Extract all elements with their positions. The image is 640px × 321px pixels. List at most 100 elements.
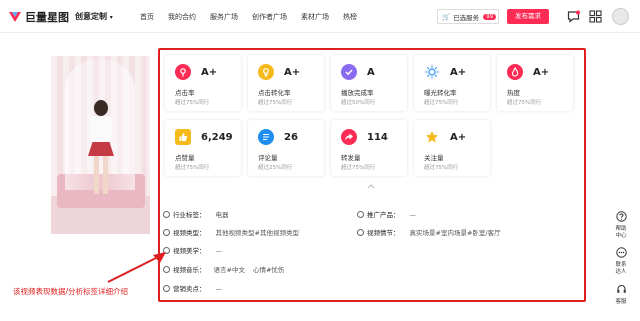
plot-row: 视频情节： 真实场景#室内场景#卧室/客厅 [357,227,501,237]
service-icon [616,284,626,293]
metric-label: 点赞量 [175,154,195,162]
metric-value: A+ [533,67,550,78]
cart-icon: 🛒 [442,12,451,21]
annotation-text: 该视频表现数据/分析标签详细介绍 [13,287,129,296]
metric-label: 转发量 [341,154,361,162]
product-switcher-label: 创意定制 [75,12,107,21]
comment-icon [258,129,274,145]
nav-item-materials[interactable]: 素材广场 [301,12,329,22]
metric-label: 热度 [507,89,520,97]
promo-row: 推广产品： — [357,209,416,219]
logo-mark-icon [9,12,21,22]
metric-value: 26 [284,132,298,143]
metric-card-comments: 26 评论量 超过25%同行 [248,120,324,176]
music-label: 视频音乐： [173,266,206,274]
message-icon[interactable] [567,10,580,23]
metric-card-click-rate: A+ 点击率 超过75%同行 [165,55,241,111]
video-type-row: 视频类型： 其他视频类型#其他视频类型 [163,227,299,237]
metric-label: 曝光转化率 [424,89,457,97]
metric-value: 114 [367,132,388,143]
video-type-label: 视频类型： [173,229,206,237]
metric-value: A+ [284,67,301,78]
industry-label: 行业标签： [173,211,206,219]
exposure-icon [424,64,440,80]
nav-item-services[interactable]: 服务广场 [210,12,238,22]
music-tag: 心情#忧伤 [252,266,285,274]
contact-creator-button[interactable]: 联系 达人 [608,243,634,276]
video-type-value: 其他视频类型#其他视频类型 [215,229,299,237]
aesthetic-value: — [215,247,223,255]
annotation-arrow-icon [107,252,166,283]
music-row: 视频音乐： 语言#中文 心情#忧伤 [163,264,284,274]
video-thumbnail[interactable] [51,56,150,234]
help-label-2: 中心 [615,233,627,239]
promo-label: 推广产品： [367,211,400,219]
user-avatar[interactable] [612,8,629,25]
tag-icon [357,211,364,218]
metric-sub: 超过75%同行 [424,165,459,171]
metric-label: 评论量 [258,154,278,162]
selling-row: 营销卖点： — [163,283,222,293]
music-tag: 语言#中文 [213,266,245,274]
metric-card-shares: 114 转发量 超过75%同行 [331,120,407,176]
metric-card-follows: A+ 关注量 超过75%同行 [414,120,490,176]
contact-icon [615,247,627,258]
metric-card-click-conversion: A+ 点击转化率 超过75%同行 [248,55,324,111]
customer-service-button[interactable]: 客服 [608,280,634,306]
plot-value: 真实场景#室内场景#卧室/客厅 [409,229,501,237]
metric-card-likes: 6,249 点赞量 超过75%同行 [165,120,241,176]
metric-sub: 超过50%同行 [341,100,376,106]
help-label-1: 帮助 [615,226,627,232]
nav-item-creators[interactable]: 创作者广场 [252,12,287,22]
like-icon [175,129,191,145]
chevron-down-icon: ▾ [109,14,113,21]
metric-sub: 超过75%同行 [341,165,376,171]
completion-icon [341,64,357,80]
help-center-button[interactable]: 帮助 中心 [608,207,634,240]
contact-label-1: 联系 [615,262,627,268]
metric-sub: 超过25%同行 [258,165,293,171]
metric-value: A+ [201,67,218,78]
metric-card-completion-rate: A 播放完成率 超过50%同行 [331,55,407,111]
plot-label: 视频情节： [367,229,400,237]
metric-label: 点击转化率 [258,89,291,97]
main-nav: 首页 我的合约 服务广场 创作者广场 素材广场 热榜 [140,12,371,22]
conversion-icon [258,64,274,80]
plot-icon [357,229,364,236]
metric-card-heat: A+ 热度 超过75%同行 [497,55,573,111]
video-type-icon [163,229,170,236]
heat-icon [507,64,523,80]
share-icon [341,129,357,145]
nav-item-home[interactable]: 首页 [140,12,154,22]
metric-label: 播放完成率 [341,89,374,97]
metric-sub: 超过75%同行 [424,100,459,106]
metric-sub: 超过75%同行 [258,100,293,106]
metric-label: 点击率 [175,89,195,97]
nav-item-contracts[interactable]: 我的合约 [168,12,196,22]
promo-value: — [409,211,417,219]
product-switcher[interactable]: 创意定制 ▾ [75,11,113,22]
aesthetic-label: 视频美学： [173,247,206,255]
selected-services-label: 已选服务 [453,13,480,22]
selling-label: 营销卖点： [173,285,206,293]
follow-icon [424,129,440,145]
nav-item-hot[interactable]: 热榜 [343,12,357,22]
selected-services-button[interactable]: 🛒 已选服务 99 [437,9,499,24]
grid-apps-icon[interactable] [589,10,602,23]
contact-label-2: 达人 [615,269,627,275]
industry-row: 行业标签： 电器 [163,209,229,219]
service-label: 客服 [615,299,627,305]
publish-demand-button[interactable]: 发布需求 [507,9,549,24]
selling-icon [163,285,170,292]
logo[interactable]: 巨量星图 [8,9,69,25]
selected-count-badge: 99 [483,13,497,20]
video-person-head [94,100,108,116]
aesthetic-row: 视频美学： — [163,245,222,255]
collapse-chevron-up-icon[interactable] [367,183,375,189]
help-icon [615,211,627,222]
metric-card-exposure-conversion: A+ 曝光转化率 超过75%同行 [414,55,490,111]
industry-icon [163,211,170,218]
metric-sub: 超过75%同行 [175,165,210,171]
selling-value: — [215,285,223,293]
metric-label: 关注量 [424,154,444,162]
